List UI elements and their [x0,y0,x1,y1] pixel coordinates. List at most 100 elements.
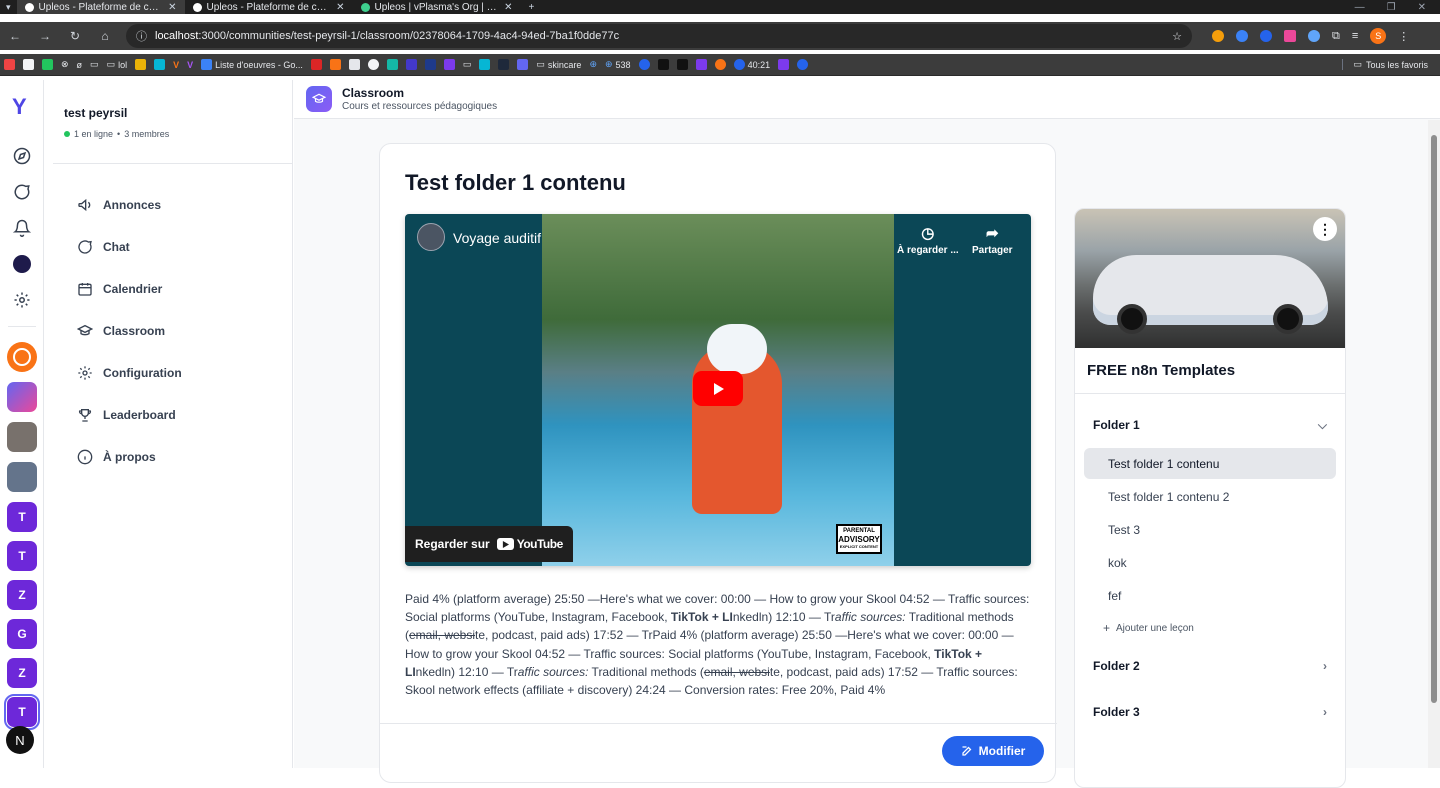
bookmark-icon[interactable]: V [173,60,179,70]
sidebar-item-a-propos[interactable]: À propos [53,436,292,478]
folder-icon[interactable]: ▭ [463,59,472,70]
community-avatar-selected[interactable]: T [4,694,40,730]
sidebar-item-annonces[interactable]: Annonces [53,184,292,226]
compass-icon[interactable] [12,146,32,166]
lesson-item[interactable]: Test folder 1 contenu 2 [1084,481,1336,512]
sidebar-item-classroom[interactable]: Classroom [53,310,292,352]
community-avatar[interactable] [7,342,37,372]
folder-header-3[interactable]: Folder 3 › [1075,689,1345,735]
address-bar[interactable]: ⓘ localhost:3000/communities/test-peyrsi… [126,24,1192,48]
close-icon[interactable]: ✕ [504,2,512,13]
community-avatar[interactable]: Z [7,658,37,688]
bookmark-icon[interactable] [386,59,398,70]
gear-icon[interactable] [12,290,32,310]
youtube-bookmark-icon[interactable] [4,59,15,70]
more-options-icon[interactable]: ⋮ [1313,217,1337,241]
globe-icon[interactable]: ⊕ [589,59,597,70]
maximize-icon[interactable]: ❐ [1387,2,1396,13]
bookmark-star-icon[interactable]: ☆ [1172,30,1182,43]
edit-lesson-button[interactable]: Modifier [942,736,1044,766]
puzzle-icon[interactable]: ⧉ [1332,30,1340,43]
share-button[interactable]: ➦ Partager [972,224,1013,256]
new-tab-icon[interactable]: + [521,2,543,13]
bookmark-icon[interactable] [23,59,34,70]
extension-icon[interactable] [1308,30,1320,42]
folder-icon[interactable]: ▭ [90,59,99,70]
forward-icon[interactable]: → [36,29,54,43]
community-avatar[interactable] [7,422,37,452]
add-lesson-button[interactable]: + Ajouter une leçon [1103,613,1345,643]
community-avatar[interactable] [7,462,37,492]
bell-icon[interactable] [12,218,32,238]
bookmark-icon[interactable] [638,59,650,70]
community-avatar[interactable]: Z [7,580,37,610]
community-avatar[interactable]: G [7,619,37,649]
extension-icon[interactable] [1236,30,1248,42]
bookmark-icon[interactable] [154,59,166,70]
bookmark-icon[interactable] [348,59,360,70]
scrollbar-thumb[interactable] [1431,135,1437,703]
bookmark-icon[interactable] [310,59,322,70]
minimize-icon[interactable]: — [1355,2,1365,13]
community-avatar[interactable]: T [7,502,37,532]
sidebar-item-chat[interactable]: Chat [53,226,292,268]
bookmark-icon[interactable] [657,59,669,70]
lesson-item[interactable]: Test 3 [1084,514,1336,545]
back-icon[interactable]: ← [6,29,24,43]
video-title[interactable]: Voyage auditif [453,230,541,246]
app-logo[interactable]: Y [12,94,27,120]
lesson-item[interactable]: fef [1084,580,1336,611]
chat-bubble-icon[interactable] [12,182,32,202]
sidebar-item-calendrier[interactable]: Calendrier [53,268,292,310]
site-info-icon[interactable]: ⓘ [136,28,147,44]
browser-tab-2[interactable]: Upleos - Plateforme de commu ✕ [185,0,353,14]
close-icon[interactable]: ✕ [168,2,176,13]
apps-grid-icon[interactable] [1284,30,1296,42]
bookmark-icon[interactable] [329,59,341,70]
github-icon[interactable] [367,59,379,70]
user-avatar[interactable] [12,254,32,274]
bookmark-icon[interactable] [517,59,529,70]
bookmark-icon[interactable] [42,59,53,70]
bookmark-icon[interactable] [676,59,688,70]
tab-search-icon[interactable]: ▾ [0,2,17,13]
bookmark-icon[interactable]: ⊗ [61,59,69,70]
all-bookmarks[interactable]: ▭ Tous les favoris [1342,59,1436,70]
bookmark-icon[interactable] [695,59,707,70]
close-icon[interactable]: ✕ [336,2,344,13]
sidebar-item-leaderboard[interactable]: Leaderboard [53,394,292,436]
page-scrollbar[interactable] [1428,120,1440,768]
bookmark-icon[interactable] [797,59,809,70]
bookmark-538[interactable]: ⊕ 538 [605,59,631,70]
extension-icon[interactable] [1212,30,1224,42]
sidebar-item-configuration[interactable]: Configuration [53,352,292,394]
bookmark-folder-skincare[interactable]: ▭ skincare [536,59,581,70]
bookmark-liste-oeuvres[interactable]: Liste d'oeuvres - Go... [201,59,303,70]
community-avatar[interactable] [7,382,37,412]
browser-menu-icon[interactable]: ⋮ [1398,30,1409,43]
extension-icon[interactable] [1260,30,1272,42]
bookmark-icon[interactable]: V [187,60,193,70]
play-button[interactable] [693,371,743,406]
home-icon[interactable]: ⌂ [96,29,114,43]
window-close-icon[interactable]: ✕ [1418,2,1426,13]
bookmark-icon[interactable] [498,59,510,70]
help-avatar[interactable]: N [6,726,34,754]
lesson-item-active[interactable]: Test folder 1 contenu [1084,448,1336,479]
channel-avatar[interactable] [417,223,445,251]
bookmark-icon[interactable] [479,59,491,70]
bookmark-icon[interactable]: ø [77,60,83,70]
bookmark-icon[interactable] [424,59,436,70]
youtube-embed[interactable]: Voyage auditif ◷ À regarder ... ➦ Partag… [405,214,1031,566]
watch-on-youtube-button[interactable]: Regarder sur YouTube [405,526,573,562]
watch-later-button[interactable]: ◷ À regarder ... [897,224,959,256]
browser-tab-1[interactable]: Upleos - Plateforme de commu ✕ [16,0,185,14]
bookmark-icon[interactable] [778,59,790,70]
bookmark-icon[interactable] [135,59,147,70]
bookmark-icon[interactable] [405,59,417,70]
folder-header-2[interactable]: Folder 2 › [1075,643,1345,689]
folder-header-1[interactable]: Folder 1 ⌵ [1075,402,1345,448]
reload-icon[interactable]: ↻ [66,29,84,43]
lesson-item[interactable]: kok [1084,547,1336,578]
bookmark-4021[interactable]: 40:21 [733,59,770,70]
